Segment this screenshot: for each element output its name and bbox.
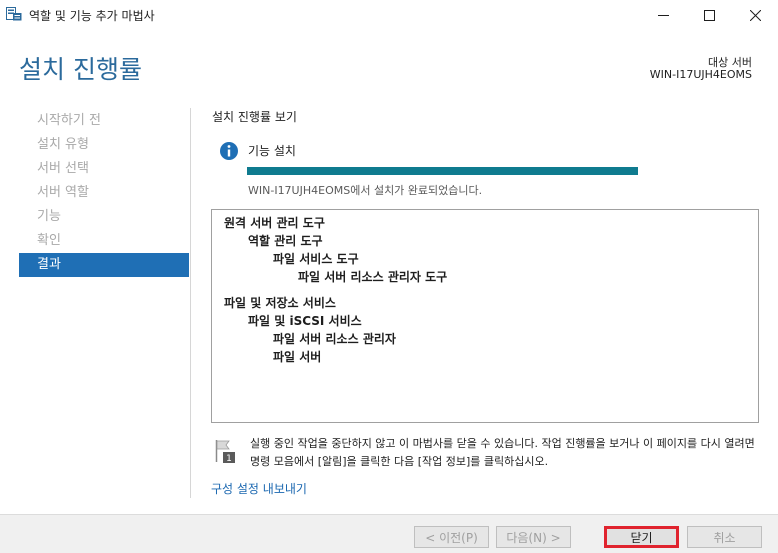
install-progress-fill — [247, 167, 638, 175]
next-button[interactable]: 다음(N) > — [496, 526, 571, 548]
install-status-text: WIN-I17UJH4EOMS에서 설치가 완료되었습니다. — [248, 184, 483, 197]
close-window-button[interactable] — [732, 0, 778, 30]
feature-install-label: 기능 설치 — [248, 144, 296, 158]
previous-button[interactable]: < 이전(P) — [414, 526, 489, 548]
nav-item-confirmation: 확인 — [37, 233, 61, 248]
close-icon — [749, 9, 761, 21]
nav-item-installation-type: 설치 유형 — [37, 137, 89, 152]
feature-list-item: 파일 서비스 도구 — [273, 252, 359, 266]
minimize-icon — [657, 14, 669, 16]
feature-list-item: 파일 서버 리소스 관리자 — [273, 332, 396, 346]
destination-server-value: WIN-I17UJH4EOMS — [649, 68, 752, 81]
nav-item-before-you-begin: 시작하기 전 — [37, 113, 101, 128]
feature-list-item: 원격 서버 관리 도구 — [224, 216, 325, 230]
feature-list-item: 파일 서버 — [273, 350, 322, 364]
svg-text:1: 1 — [226, 454, 232, 464]
wizard-footer: < 이전(P) 다음(N) > 닫기 취소 — [0, 514, 778, 553]
cancel-button[interactable]: 취소 — [687, 526, 762, 548]
minimize-button[interactable] — [640, 0, 686, 30]
flag-note-icon: 1 — [214, 438, 238, 464]
feature-list-item: 파일 서버 리소스 관리자 도구 — [298, 270, 448, 284]
sidebar-divider — [190, 108, 191, 498]
installed-features-list[interactable]: 원격 서버 관리 도구역할 관리 도구파일 서비스 도구파일 서버 리소스 관리… — [211, 209, 759, 423]
nav-item-results[interactable]: 결과 — [19, 253, 189, 277]
server-manager-icon — [6, 7, 22, 21]
install-progress-bar — [247, 167, 638, 175]
feature-list-item: 역할 관리 도구 — [248, 234, 323, 248]
section-title: 설치 진행률 보기 — [212, 110, 297, 124]
nav-item-server-roles: 서버 역할 — [37, 185, 89, 200]
close-wizard-note: 실행 중인 작업을 중단하지 않고 이 마법사를 닫을 수 있습니다. 작업 진… — [250, 437, 755, 468]
feature-list-item: 파일 및 iSCSI 서비스 — [248, 314, 362, 328]
wizard-steps-nav: 시작하기 전 설치 유형 서버 선택 서버 역할 기능 확인 결과 — [19, 109, 189, 277]
nav-item-features: 기능 — [37, 209, 61, 224]
feature-list-item: 파일 및 저장소 서비스 — [224, 296, 336, 310]
page-title: 설치 진행률 — [19, 55, 142, 84]
info-icon — [219, 141, 239, 161]
maximize-icon — [703, 9, 715, 21]
close-button[interactable]: 닫기 — [604, 526, 679, 548]
nav-item-server-selection: 서버 선택 — [37, 161, 89, 176]
maximize-button[interactable] — [686, 0, 732, 30]
window-title: 역할 및 기능 추가 마법사 — [29, 9, 155, 23]
list-group-gap — [212, 286, 758, 294]
title-bar: 역할 및 기능 추가 마법사 — [0, 0, 778, 30]
export-configuration-link[interactable]: 구성 설정 내보내기 — [211, 480, 307, 497]
